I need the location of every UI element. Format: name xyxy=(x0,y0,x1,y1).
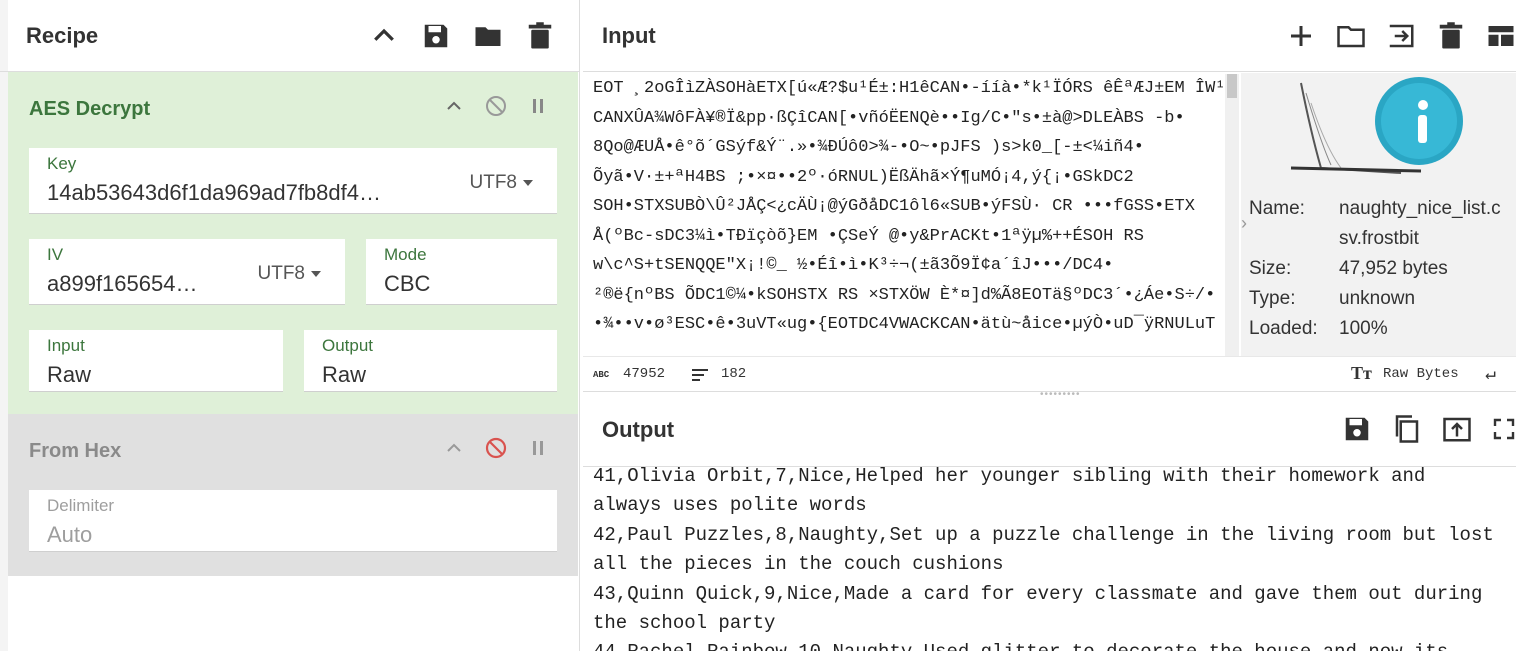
mode-label: Mode xyxy=(384,245,427,264)
input-line-count: 182 xyxy=(721,366,747,382)
input-line: CANXÛA¾WôFÀ¥®Ï&pp·ßÇîCAN[•vñóËENQè••Ig/C… xyxy=(593,108,1185,128)
file-loaded-value: 100% xyxy=(1339,318,1388,339)
replace-input-icon[interactable] xyxy=(1442,414,1472,444)
output-format-value[interactable]: Raw xyxy=(322,362,366,388)
disable-icon[interactable] xyxy=(484,94,508,118)
input-line: ²®ë{nºBS ÕDC1©¼•kSOHSTX RS ×STXÖW È*¤]d%… xyxy=(593,285,1223,305)
iv-encoding-dropdown[interactable]: UTF8 xyxy=(258,263,322,285)
file-size-value: 47,952 bytes xyxy=(1339,258,1448,279)
input-format-label: Input xyxy=(47,336,85,355)
file-size-row: Size: 47,952 bytes xyxy=(1249,258,1448,280)
input-line: EOT ¸2oGÎìZÀSOHàETX[ú«Æ?$u¹É±:H1êCAN•-íí… xyxy=(593,79,1223,98)
open-file-icon[interactable] xyxy=(1386,21,1416,51)
file-size-label: Size: xyxy=(1249,258,1292,279)
file-name-row: Name: naughty_nice_list.c sv.frostbit xyxy=(1249,198,1501,249)
disable-icon[interactable] xyxy=(484,436,508,460)
text-format-icon[interactable]: Tт xyxy=(1351,363,1372,384)
mode-value[interactable]: CBC xyxy=(384,271,430,297)
input-format-field[interactable]: Input Raw xyxy=(29,330,283,392)
input-header: Input xyxy=(583,0,1516,72)
save-icon[interactable] xyxy=(1342,414,1372,444)
recipe-left-gutter xyxy=(0,0,8,651)
mode-field[interactable]: Mode CBC xyxy=(366,239,557,305)
key-label: Key xyxy=(47,154,77,173)
file-type-label: Type: xyxy=(1249,288,1296,309)
maximize-icon[interactable] xyxy=(1492,414,1516,444)
operation-from-hex: From Hex Delimiter Auto xyxy=(8,414,578,576)
file-type-row: Type: unknown xyxy=(1249,288,1415,310)
delimiter-field[interactable]: Delimiter Auto xyxy=(29,490,557,552)
input-title: Input xyxy=(602,22,656,48)
folder-icon[interactable] xyxy=(473,21,503,51)
key-encoding-dropdown[interactable]: UTF8 xyxy=(470,172,534,194)
output-text: 41,Olivia Orbit,7,Nice,Helped her younge… xyxy=(593,467,1494,651)
input-line: SOH•STXSUBÒ\Û²JÅÇ<¿cÄÙ¡@ýGðåDC1ôl6«SUB•ý… xyxy=(593,197,1195,216)
chevron-up-icon[interactable] xyxy=(369,21,399,51)
iv-label: IV xyxy=(47,245,64,264)
pause-icon[interactable] xyxy=(526,436,550,460)
pause-icon[interactable] xyxy=(526,94,550,118)
file-name-value: naughty_nice_list.c sv.frostbit xyxy=(1339,198,1501,249)
chevron-up-icon[interactable] xyxy=(442,436,466,460)
key-field[interactable]: Key 14ab53643d6f1da969ad7fb8df4… UTF8 xyxy=(29,148,557,214)
file-info-icon xyxy=(1290,77,1463,174)
open-folder-icon[interactable] xyxy=(1336,21,1366,51)
output-textarea[interactable]: 41,Olivia Orbit,7,Nice,Helped her younge… xyxy=(583,467,1516,651)
input-pane: Input EOT ¸2oGÎìZÀSOHàETX[ú«Æ?$u¹É±:H1êC… xyxy=(583,0,1516,392)
output-header: Output xyxy=(583,393,1516,467)
file-loaded-row: Loaded: 100% xyxy=(1249,318,1388,340)
iv-value[interactable]: a899f165654… xyxy=(47,271,212,297)
layout-icon[interactable] xyxy=(1486,21,1516,51)
output-format-label: Output xyxy=(322,336,374,355)
delimiter-value[interactable]: Auto xyxy=(47,522,92,548)
operation-title: From Hex xyxy=(29,440,122,462)
input-format-selector[interactable]: Raw Bytes xyxy=(1383,366,1459,382)
recipe-pane: Recipe AES Decrypt Key 14ab53643d6f1da96… xyxy=(0,0,580,651)
input-line: w\c^S+tSENQQE"X¡!©_ ½•Éî•ì•K³÷¬(±ã3Õ9Ï¢a… xyxy=(593,256,1114,275)
input-scrollbar[interactable] xyxy=(1225,74,1239,356)
file-name-label: Name: xyxy=(1249,198,1305,219)
lines-icon xyxy=(692,369,708,381)
recipe-header: Recipe xyxy=(0,0,579,72)
delimiter-label: Delimiter xyxy=(47,496,115,515)
operation-aes-decrypt: AES Decrypt Key 14ab53643d6f1da969ad7fb8… xyxy=(8,72,578,414)
key-value[interactable]: 14ab53643d6f1da969ad7fb8df4… xyxy=(47,180,427,206)
trash-icon[interactable] xyxy=(1436,21,1466,51)
trash-icon[interactable] xyxy=(525,21,555,51)
input-format-value[interactable]: Raw xyxy=(47,362,91,388)
return-icon[interactable]: ↵ xyxy=(1485,363,1496,385)
input-line: 8Qo@ÆUÅ•ê°õ´GSýf&Ý¨.»•¾ÐÚô0>¾-•O~•pJFS )… xyxy=(593,138,1144,157)
add-tab-icon[interactable] xyxy=(1286,21,1316,51)
file-details-panel: › Name: naughty_nice_list.c sv.frostbit … xyxy=(1241,73,1516,356)
recipe-title: Recipe xyxy=(26,22,99,48)
file-loaded-label: Loaded: xyxy=(1249,318,1318,339)
input-line: Å(ºBc-sDC3¼ì•TÐïçòõ}EM •ÇSeÝ @•y&PrACKt•… xyxy=(593,226,1144,246)
copy-icon[interactable] xyxy=(1392,414,1422,444)
file-type-value: unknown xyxy=(1339,288,1416,309)
output-title: Output xyxy=(602,416,675,442)
abc-icon: ABC xyxy=(593,370,610,380)
input-line: •¾••v•ø³ESC•ê•3uVT«ug•{EOTDC4VWACKCAN•ät… xyxy=(593,315,1216,334)
input-status-bar: ABC 47952 182 Tт Raw Bytes ↵ xyxy=(583,356,1516,392)
input-textarea[interactable]: EOT ¸2oGÎìZÀSOHàETX[ú«Æ?$u¹É±:H1êCAN•-íí… xyxy=(583,74,1223,356)
save-icon[interactable] xyxy=(421,21,451,51)
input-length: 47952 xyxy=(623,366,666,382)
scrollbar-thumb[interactable] xyxy=(1227,74,1237,98)
output-format-field[interactable]: Output Raw xyxy=(304,330,557,392)
chevron-up-icon[interactable] xyxy=(442,94,466,118)
input-line: Õyã•V·±+ªH4BS ;•×¤••2º·óRNUL)ËßÄhã×Ý¶uMÓ… xyxy=(593,167,1134,187)
operation-title: AES Decrypt xyxy=(29,98,151,120)
iv-field[interactable]: IV a899f165654… UTF8 xyxy=(29,239,345,305)
